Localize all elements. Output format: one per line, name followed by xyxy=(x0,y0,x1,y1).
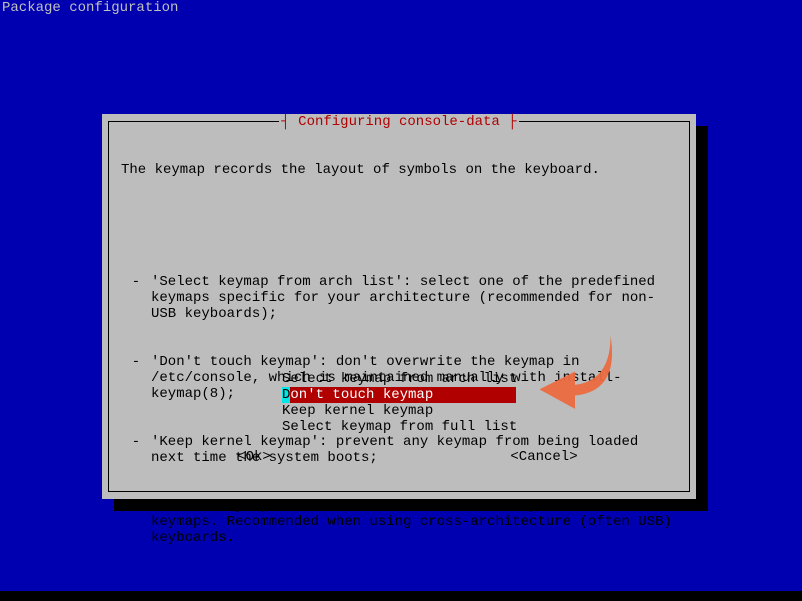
cancel-button[interactable]: <Cancel> xyxy=(494,449,594,465)
option-keep-kernel[interactable]: Keep kernel keymap xyxy=(282,403,516,419)
dialog-title-text: ┤ Configuring console-data ├ xyxy=(279,114,518,130)
intro-text: The keymap records the layout of symbols… xyxy=(121,162,677,178)
option-full-list[interactable]: Select keymap from full list xyxy=(282,419,516,435)
terminal-screen: Package configuration ┤ Configuring cons… xyxy=(0,0,802,591)
option-arch-list[interactable]: Select keymap from arch list xyxy=(282,371,516,387)
config-dialog: ┤ Configuring console-data ├ The keymap … xyxy=(102,114,696,499)
ok-button[interactable]: <Ok> xyxy=(204,449,304,465)
dialog-border: ┤ Configuring console-data ├ The keymap … xyxy=(108,121,690,492)
dialog-body: The keymap records the layout of symbols… xyxy=(121,130,677,601)
bullet-item: - 'Select keymap from full list': list a… xyxy=(121,498,677,546)
option-dont-touch[interactable]: Don't touch keymap xyxy=(282,387,516,403)
bullet-item: - 'Select keymap from arch list': select… xyxy=(121,274,677,322)
option-list: Select keymap from arch list Don't touch… xyxy=(109,371,689,435)
dialog-title: ┤ Configuring console-data ├ xyxy=(109,114,689,130)
page-title: Package configuration xyxy=(2,0,178,16)
button-row: <Ok> <Cancel> xyxy=(109,449,689,465)
